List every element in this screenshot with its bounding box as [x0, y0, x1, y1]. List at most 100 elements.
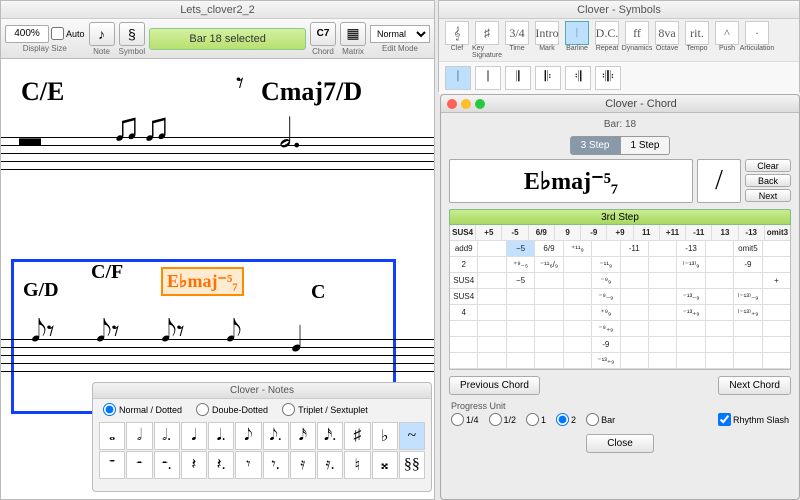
extension-cell[interactable]: ⁻⁹₋₉	[592, 289, 620, 305]
barline-single[interactable]: 𝄀	[445, 66, 471, 90]
symbol-category-dynamics[interactable]: ffDynamics	[623, 21, 651, 52]
extension-cell[interactable]: -11	[621, 241, 649, 257]
rhythm-slash-checkbox[interactable]: Rhythm Slash	[718, 413, 789, 426]
note-value-button[interactable]: 𝅘𝅥𝅯	[290, 422, 316, 450]
symbol-category-clef[interactable]: 𝄞Clef	[443, 21, 471, 52]
extension-cell[interactable]: 9	[555, 225, 581, 241]
extension-cell[interactable]: add9	[450, 241, 478, 257]
symbol-category-tempo[interactable]: rit.Tempo	[683, 21, 711, 52]
symbol-category-articulation[interactable]: ·Articulation	[743, 21, 771, 52]
extension-cell[interactable]: ⁺⁹₉	[592, 305, 620, 321]
extension-cell[interactable]: ⁻¹³₊₉	[677, 305, 705, 321]
extension-cell[interactable]: SUS4	[450, 273, 478, 289]
extension-cell[interactable]: omit5	[734, 241, 762, 257]
close-button[interactable]: Close	[586, 434, 654, 453]
auto-checkbox[interactable]: Auto	[51, 27, 85, 40]
extension-cell[interactable]: ⁻¹¹₉	[592, 257, 620, 273]
extension-cell[interactable]: -9	[581, 225, 607, 241]
previous-chord-button[interactable]: Previous Chord	[449, 376, 540, 395]
back-button[interactable]: Back	[745, 174, 791, 187]
rhythm-radio[interactable]: Triplet / Sextuplet	[282, 403, 368, 416]
minimize-icon[interactable]	[461, 99, 471, 109]
matrix-button[interactable]: ▦	[340, 22, 366, 46]
extension-cell[interactable]: +	[763, 273, 790, 289]
symbol-category-repeat[interactable]: D.C.Repeat	[593, 21, 621, 52]
note-value-button[interactable]: 𝅘𝅥𝅯.	[317, 422, 343, 450]
selected-chord-symbol[interactable]: E♭maj⁻⁵₇	[161, 267, 244, 296]
symbol-category-barline[interactable]: 𝄀Barline	[563, 21, 591, 52]
chord-titlebar[interactable]: Clover - Chord	[441, 95, 799, 113]
extension-cell[interactable]: -13	[739, 225, 765, 241]
extension-cell[interactable]: ⁽⁻¹³⁾₊₉	[734, 305, 762, 321]
unit-radio-2[interactable]: 2	[556, 413, 576, 426]
edit-mode-select[interactable]: Normal	[370, 25, 430, 43]
note-value-button[interactable]: 𝅘𝅥.	[208, 422, 234, 450]
extension-cell[interactable]: +9	[607, 225, 633, 241]
extension-cell[interactable]: +11	[660, 225, 686, 241]
extension-cell[interactable]: ⁻¹³₊₉	[592, 353, 620, 369]
note-value-button[interactable]: ~	[399, 422, 425, 450]
note-value-button[interactable]: 𝄾	[235, 451, 261, 479]
close-icon[interactable]	[447, 99, 457, 109]
slash-display[interactable]: /	[697, 159, 741, 203]
barline-repeat-end[interactable]: 𝄇	[565, 66, 591, 90]
unit-radio-1[interactable]: 1	[526, 413, 546, 426]
next-chord-button[interactable]: Next Chord	[718, 376, 791, 395]
extension-cell[interactable]: ⁻⁹₊₉	[592, 321, 620, 337]
extension-cell[interactable]: +5	[476, 225, 502, 241]
extension-cell[interactable]: ⁻¹³₋₉	[677, 289, 705, 305]
barline-repeat-start[interactable]: 𝄆	[535, 66, 561, 90]
note-value-button[interactable]: 𝅘𝅥	[181, 422, 207, 450]
note-value-button[interactable]: §§	[399, 451, 425, 479]
extension-cell[interactable]: 13	[712, 225, 738, 241]
note-value-button[interactable]: 𝄪	[372, 451, 398, 479]
rhythm-radio[interactable]: Doube-Dotted	[196, 403, 268, 416]
unit-radio-Bar[interactable]: Bar	[586, 413, 615, 426]
extension-cell[interactable]: ⁺¹¹₉	[564, 241, 592, 257]
chord-button[interactable]: C7	[310, 22, 336, 46]
note-value-button[interactable]: 𝄿	[290, 451, 316, 479]
zoom-select[interactable]: 400%	[5, 25, 49, 43]
barline-double[interactable]: 𝄁	[475, 66, 501, 90]
symbol-mode-button[interactable]: §	[119, 22, 145, 46]
extension-cell[interactable]: -5	[502, 225, 528, 241]
extension-cell[interactable]: SUS4	[450, 225, 476, 241]
extension-cell[interactable]: omit3	[765, 225, 790, 241]
note-value-button[interactable]: 𝄿.	[317, 451, 343, 479]
next-button[interactable]: Next	[745, 189, 791, 202]
extension-cell[interactable]: −5	[507, 241, 535, 257]
barline-repeat-both[interactable]: 𝄇𝄆	[595, 66, 621, 90]
note-value-button[interactable]: ♭	[372, 422, 398, 450]
symbol-category-key-signature[interactable]: ♯Key Signature	[473, 21, 501, 59]
extension-cell[interactable]: ⁽⁻¹³⁾₉	[677, 257, 705, 273]
extension-cell[interactable]: -13	[677, 241, 705, 257]
extension-cell[interactable]: 4	[450, 305, 478, 321]
barline-final[interactable]: 𝄂	[505, 66, 531, 90]
note-value-button[interactable]: 𝄼	[126, 451, 152, 479]
unit-radio-1-2[interactable]: 1/2	[489, 413, 517, 426]
extension-cell[interactable]: 11	[634, 225, 660, 241]
extension-cell[interactable]: 2	[450, 257, 478, 273]
symbol-category-time[interactable]: 3/4Time	[503, 21, 531, 52]
note-value-button[interactable]: 𝄽.	[208, 451, 234, 479]
zoom-icon[interactable]	[475, 99, 485, 109]
note-value-button[interactable]: 𝄻	[99, 451, 125, 479]
note-value-button[interactable]: 𝅗𝅥	[126, 422, 152, 450]
unit-radio-1-4[interactable]: 1/4	[451, 413, 479, 426]
note-value-button[interactable]: ♮	[344, 451, 370, 479]
extension-cell[interactable]: ⁻¹¹₆/₉	[535, 257, 563, 273]
clear-button[interactable]: Clear	[745, 159, 791, 172]
note-value-button[interactable]: 𝅝	[99, 422, 125, 450]
note-mode-button[interactable]: ♪	[89, 22, 115, 46]
rhythm-radio[interactable]: Normal / Dotted	[103, 403, 182, 416]
extension-cell[interactable]: −5	[507, 273, 535, 289]
extension-cell[interactable]: ⁺⁹₋₅	[507, 257, 535, 273]
note-value-button[interactable]: 𝄽	[181, 451, 207, 479]
note-value-button[interactable]: 𝄼.	[154, 451, 180, 479]
note-value-button[interactable]: 𝅘𝅥𝅮.	[263, 422, 289, 450]
extension-cell[interactable]: -9	[734, 257, 762, 273]
symbol-category-octave[interactable]: 8vaOctave	[653, 21, 681, 52]
extension-cell[interactable]: SUS4	[450, 289, 478, 305]
extension-cell[interactable]: ⁽⁻¹³⁾₋₉	[734, 289, 762, 305]
extension-cell[interactable]: -11	[686, 225, 712, 241]
